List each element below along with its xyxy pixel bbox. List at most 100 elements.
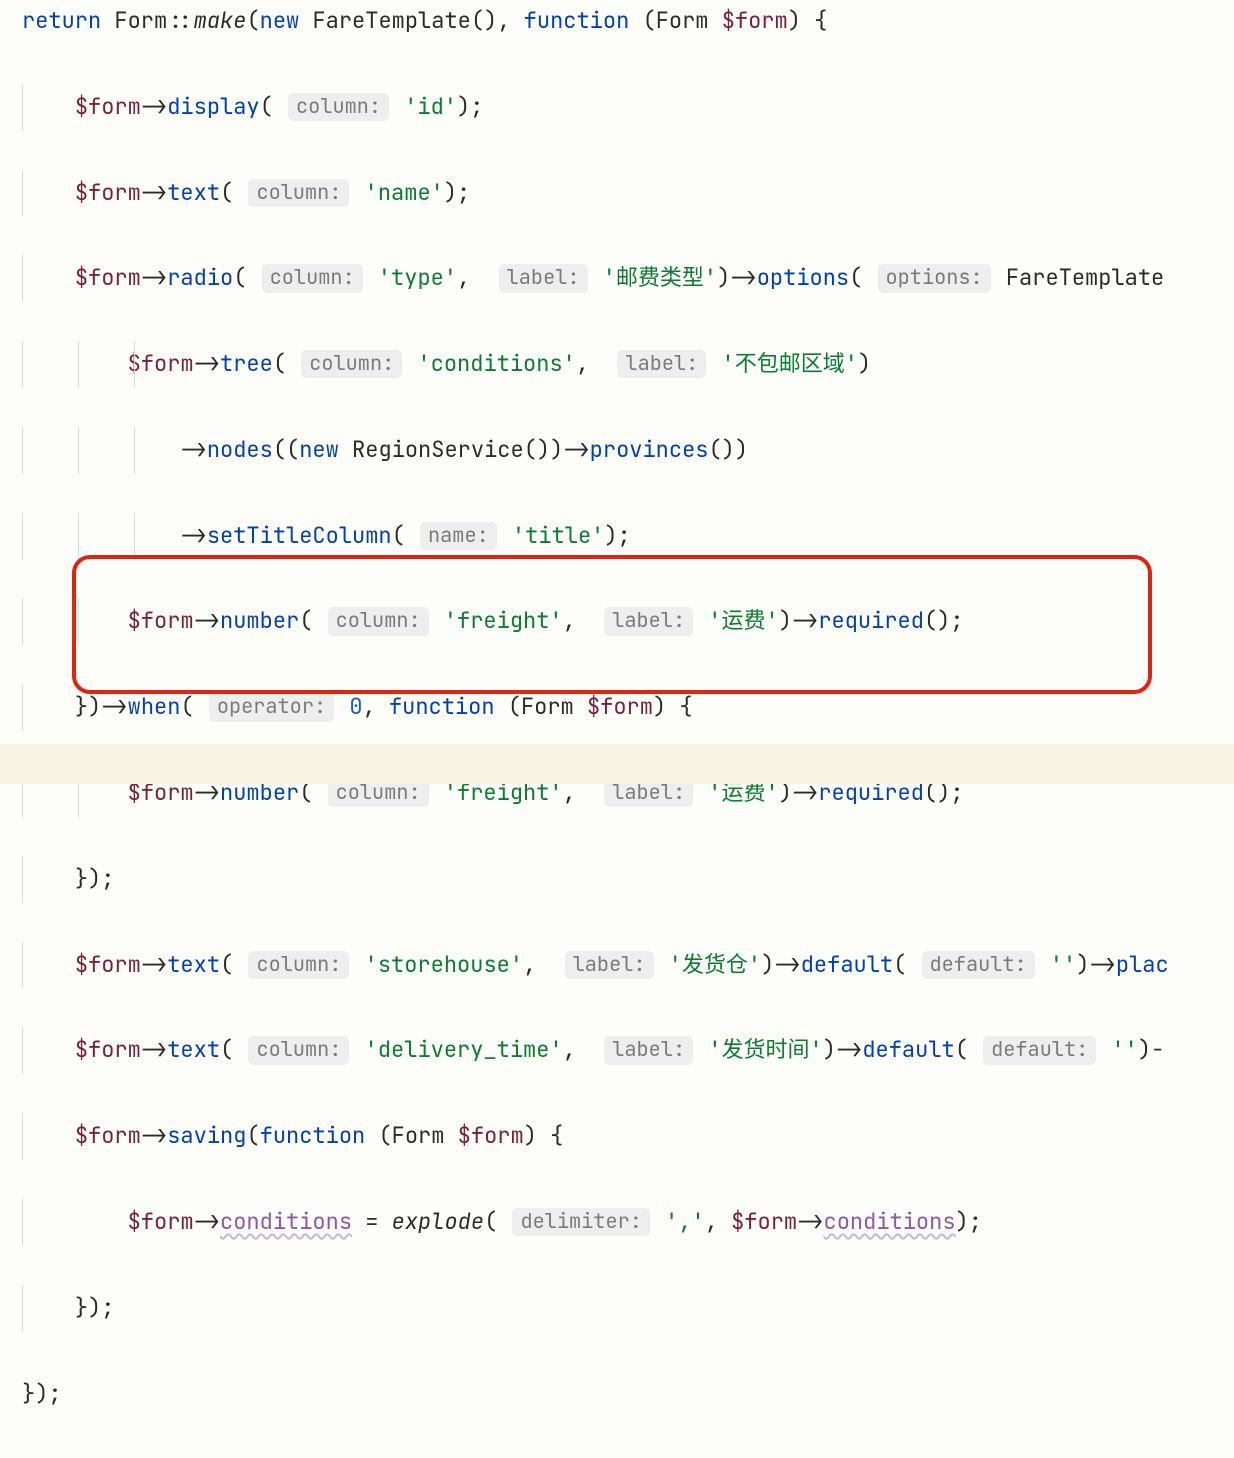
string: 'storehouse' <box>365 950 523 979</box>
string: 'title' <box>512 521 604 550</box>
string: 'freight' <box>444 606 563 635</box>
code-line[interactable]: $form->text( column: 'name'); <box>22 172 1234 215</box>
var-form: $form <box>587 692 653 721</box>
var-form: $form <box>75 92 141 121</box>
code-line[interactable]: $form->saving(function (Form $form) { <box>22 1115 1234 1158</box>
method-default: default <box>801 950 893 979</box>
punct: :: <box>167 6 193 35</box>
punct: ) { <box>788 6 828 35</box>
var-form: $form <box>75 178 141 207</box>
method-text: text <box>167 1035 220 1064</box>
punct: (), <box>471 6 524 35</box>
class-form: Form <box>114 6 167 35</box>
param-hint-column: column: <box>301 350 402 378</box>
string: '运费' <box>708 606 778 635</box>
class-faretemplate: FareTemplate <box>312 6 470 35</box>
punct: ( <box>246 6 259 35</box>
param-hint-name: name: <box>420 522 497 550</box>
class-faretemplate: FareTemplate <box>1006 263 1164 292</box>
code-line[interactable]: $form->conditions = explode( delimiter: … <box>22 1201 1234 1244</box>
string: '发货仓' <box>669 950 761 979</box>
method-text: text <box>167 950 220 979</box>
code-line[interactable]: }); <box>22 1287 1234 1330</box>
param-hint-column: column: <box>248 951 349 979</box>
keyword-function: function <box>389 692 495 721</box>
param-hint-default: default: <box>983 1036 1096 1064</box>
code-line[interactable]: $form->text( column: 'delivery_time', la… <box>22 1029 1234 1072</box>
method-settitlecolumn: setTitleColumn <box>207 521 392 550</box>
code-editor[interactable]: return Form::make(new FareTemplate(), fu… <box>0 0 1234 1458</box>
type-form: Form <box>392 1121 445 1150</box>
method-display: display <box>167 92 259 121</box>
method-number: number <box>220 606 299 635</box>
string: 'type' <box>378 263 457 292</box>
code-line[interactable]: $form->radio( column: 'type', label: '邮费… <box>22 257 1234 300</box>
keyword-return: return <box>22 6 101 35</box>
var-form: $form <box>75 1121 141 1150</box>
var-form: $form <box>128 349 194 378</box>
prop-conditions: conditions <box>824 1207 956 1236</box>
keyword-new: new <box>260 6 300 35</box>
string: '邮费类型' <box>603 263 717 292</box>
type-form: Form <box>521 692 574 721</box>
code-line[interactable]: })->when( operator: 0, function (Form $f… <box>22 686 1234 729</box>
param-hint-column: column: <box>248 179 349 207</box>
param-hint-options: options: <box>878 264 991 292</box>
method-default: default <box>862 1035 954 1064</box>
method-plac: plac <box>1116 950 1169 979</box>
var-form: $form <box>75 1035 141 1064</box>
string: '' <box>1111 1035 1137 1064</box>
code-line[interactable]: }); <box>22 1373 1234 1416</box>
param-hint-column: column: <box>328 607 429 635</box>
method-tree: tree <box>220 349 273 378</box>
var-form: $form <box>75 263 141 292</box>
var-form: $form <box>128 606 194 635</box>
code-line[interactable]: }); <box>22 858 1234 901</box>
string: '发货时间' <box>708 1035 822 1064</box>
code-line[interactable]: return Form::make(new FareTemplate(), fu… <box>22 0 1234 43</box>
method-text: text <box>167 178 220 207</box>
code-line[interactable]: ->nodes((new RegionService())->provinces… <box>22 429 1234 472</box>
keyword-new: new <box>299 435 339 464</box>
param-hint-label: label: <box>604 1036 693 1064</box>
keyword-function: function <box>524 6 630 35</box>
param-hint-label: label: <box>499 264 588 292</box>
param-hint-operator: operator: <box>209 693 334 721</box>
code-line[interactable]: $form->text( column: 'storehouse', label… <box>22 944 1234 987</box>
string: '' <box>1050 950 1076 979</box>
param-hint-label: label: <box>617 350 706 378</box>
method-when: when <box>128 692 181 721</box>
code-line[interactable]: ->setTitleColumn( name: 'title'); <box>22 515 1234 558</box>
prop-conditions: conditions <box>220 1207 352 1236</box>
string: 'name' <box>365 178 444 207</box>
param-hint-label: label: <box>604 607 693 635</box>
param-hint-label: label: <box>565 951 654 979</box>
string: '不包邮区域' <box>722 349 858 378</box>
string: 'delivery_time' <box>365 1035 563 1064</box>
fn-explode: explode <box>392 1207 484 1236</box>
string: 'id' <box>404 92 457 121</box>
var-form: $form <box>731 1207 797 1236</box>
punct: -> <box>141 92 167 121</box>
type-form: Form <box>656 6 709 35</box>
param-hint-column: column: <box>248 1036 349 1064</box>
number: 0 <box>349 692 362 721</box>
code-line[interactable]: $form->display( column: 'id'); <box>22 86 1234 129</box>
param-hint-default: default: <box>922 951 1035 979</box>
param-hint-column: column: <box>262 264 363 292</box>
method-make: make <box>194 6 247 35</box>
var-form: $form <box>75 950 141 979</box>
method-saving: saving <box>167 1121 246 1150</box>
code-line[interactable]: $form->tree( column: 'conditions', label… <box>22 343 1234 386</box>
method-options: options <box>757 263 849 292</box>
class-regionservice: RegionService <box>352 435 524 464</box>
method-radio: radio <box>167 263 233 292</box>
keyword-function: function <box>260 1121 366 1150</box>
param-hint-column: column: <box>288 93 389 121</box>
param-hint-delimiter: delimiter: <box>512 1208 649 1236</box>
bottom-strip <box>0 744 1234 784</box>
var-form: $form <box>458 1121 524 1150</box>
var-form: $form <box>128 1207 194 1236</box>
string: 'conditions' <box>417 349 575 378</box>
code-line[interactable]: $form->number( column: 'freight', label:… <box>22 600 1234 643</box>
